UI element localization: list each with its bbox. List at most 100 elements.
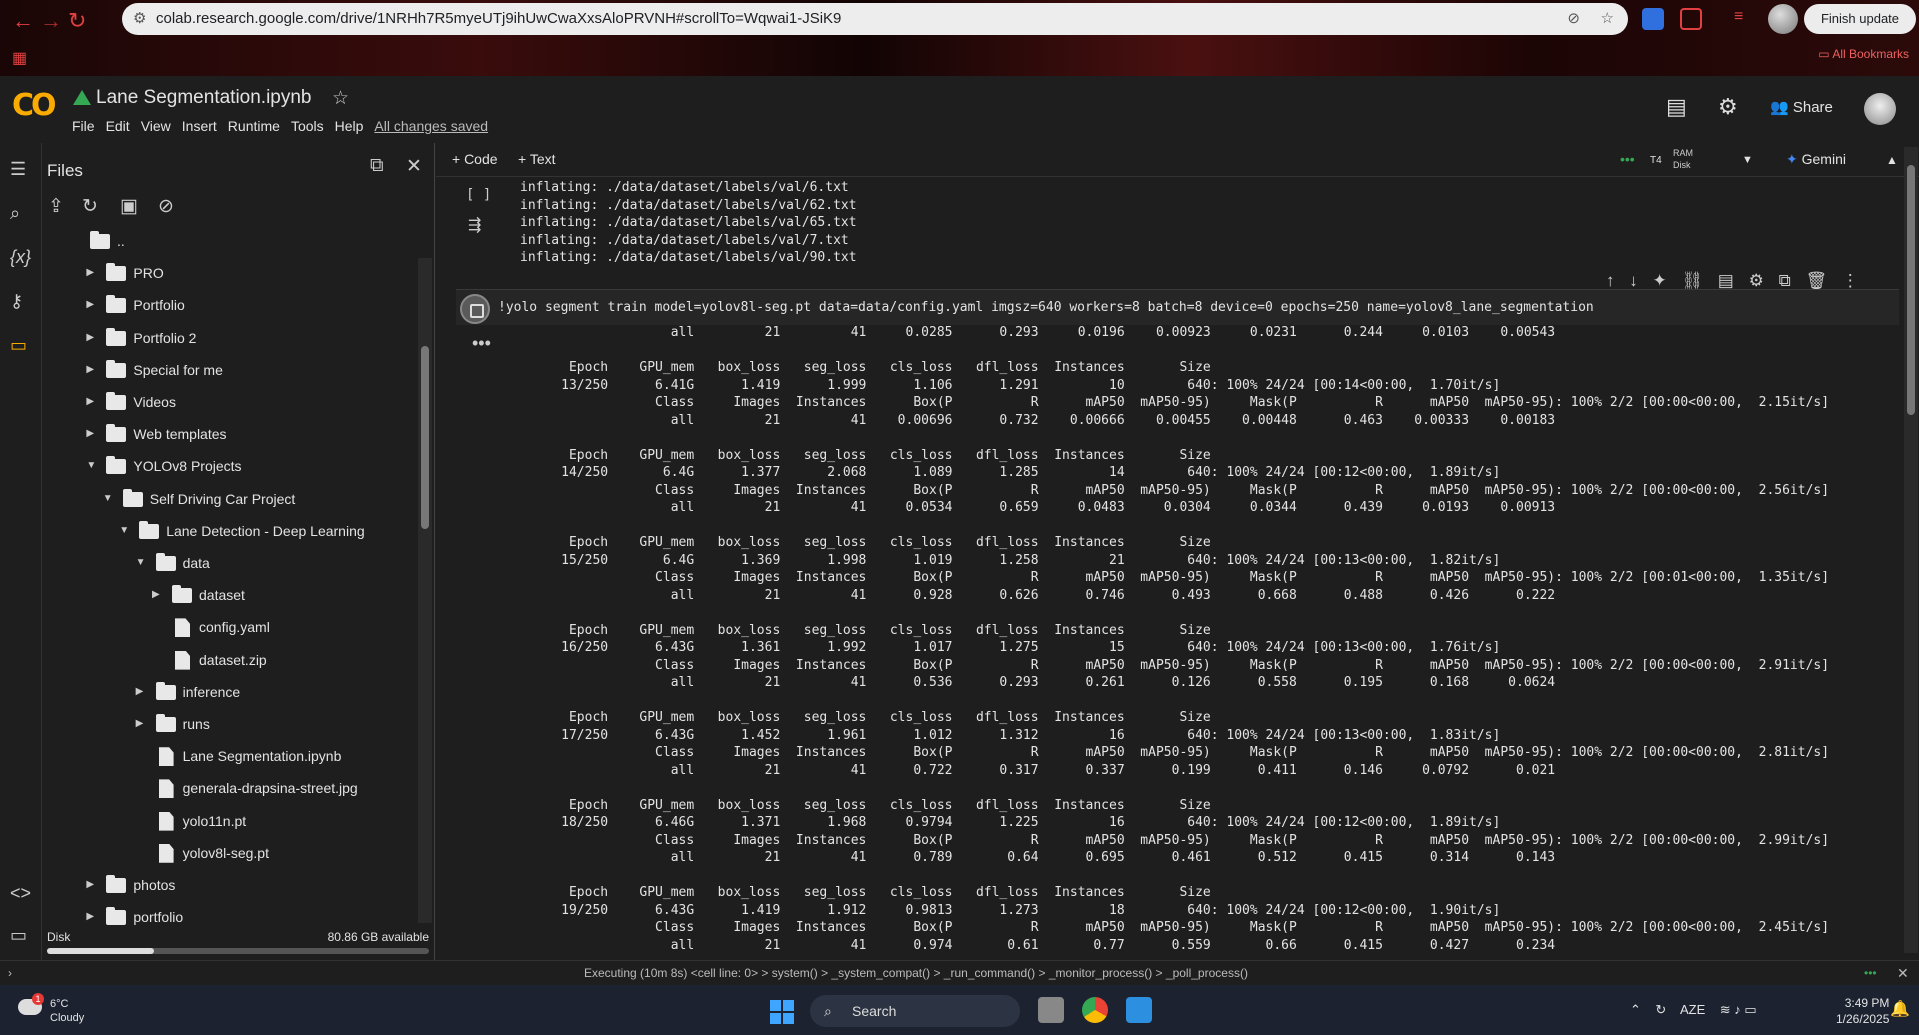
mount-drive-icon[interactable]: ▣ [120,195,138,218]
chevron-right-icon[interactable]: ▶ [86,901,94,933]
notebook-scroll-thumb[interactable] [1907,165,1915,415]
drive-icon[interactable] [73,90,91,105]
close-icon[interactable]: ✕ [406,155,422,178]
terminal-icon[interactable]: ▭ [10,925,27,946]
chevron-right-icon[interactable]: ▶ [136,676,144,708]
back-icon[interactable]: ← [12,8,34,34]
notebook-title[interactable]: Lane Segmentation.ipynb [96,87,312,109]
volume-icon[interactable]: ♪ [1734,1002,1741,1017]
chevron-down-icon[interactable]: ▼ [1742,154,1753,166]
chrome-icon[interactable] [1082,997,1108,1023]
taskbar-search[interactable]: ⌕ Search [810,995,1020,1027]
reload-icon[interactable]: ↻ [68,8,86,34]
chevron-right-icon[interactable]: ▶ [86,418,94,450]
comment-cell-icon[interactable]: ▤ [1718,271,1734,290]
chevron-down-icon[interactable]: ▼ [119,515,129,547]
hide-files-icon[interactable]: ⊘ [158,195,174,218]
upload-icon[interactable]: ⇪ [48,195,64,218]
save-status[interactable]: All changes saved [374,118,488,134]
media-icon[interactable]: ≡ [1734,8,1756,30]
gemini-button[interactable]: ✦ Gemini [1786,151,1846,168]
forward-icon[interactable]: → [40,8,62,34]
folder-row[interactable]: ▶ portfolio [42,901,414,933]
sync-icon[interactable]: ↻ [1655,1002,1666,1017]
menu-tools[interactable]: Tools [291,118,324,134]
folder-row[interactable]: ▶ Web templates [42,418,414,450]
address-bar[interactable]: ⚙ colab.research.google.com/drive/1NRHh7… [122,3,1628,35]
folder-row[interactable]: ▼ YOLOv8 Projects [42,450,414,482]
eye-off-icon[interactable]: ⊘ [1567,3,1580,35]
chevron-down-icon[interactable]: ▼ [86,450,96,482]
apps-icon[interactable]: ▦ [12,48,27,68]
add-code-button[interactable]: + Code [452,151,498,167]
toc-icon[interactable]: ☰ [10,159,26,180]
start-icon[interactable] [770,1000,794,1024]
task-view-icon[interactable] [1038,997,1064,1023]
cell-settings-icon[interactable]: ⚙ [1749,271,1764,290]
file-row[interactable]: generala-drapsina-street.jpg [42,772,414,804]
folder-row[interactable]: ▶ photos [42,869,414,901]
gemini-sparkle-icon[interactable]: ✦ [1652,271,1666,290]
cell-run-indicator[interactable]: [ ] [466,187,491,203]
chevron-up-icon[interactable]: ▲ [1886,153,1898,167]
file-tree-scroll-thumb[interactable] [421,346,429,529]
resources-indicator[interactable]: RAM Disk [1673,147,1693,171]
mirror-cell-icon[interactable]: ⧉ [1779,271,1791,290]
more-vert-icon[interactable]: ⋮ [1842,271,1859,290]
close-status-icon[interactable]: ✕ [1897,961,1909,986]
chevron-right-icon[interactable]: ▶ [136,708,144,740]
chevron-down-icon[interactable]: ▼ [103,483,113,515]
folder-row[interactable]: ▶ Special for me [42,354,414,386]
menu-runtime[interactable]: Runtime [228,118,280,134]
notifications-icon[interactable]: 🔔 [1890,999,1910,1019]
folder-row[interactable]: ▼ Self Driving Car Project [42,483,414,515]
stop-execution-button[interactable] [460,294,490,324]
site-info-icon[interactable]: ⚙ [133,3,146,35]
chevron-right-icon[interactable]: ▶ [86,322,94,354]
folder-row[interactable]: ▶ Portfolio 2 [42,322,414,354]
chevron-right-icon[interactable]: ▶ [86,257,94,289]
colab-logo[interactable]: CO [12,88,56,123]
vscode-icon[interactable] [1126,997,1152,1023]
folder-row[interactable]: .. [42,231,414,257]
variables-icon[interactable]: {x} [10,247,31,268]
avatar[interactable] [1864,93,1896,125]
folder-row[interactable]: ▶ dataset [42,579,414,611]
search-icon[interactable]: ⌕ [10,203,20,224]
comment-icon[interactable]: ▤ [1666,94,1687,120]
new-window-icon[interactable]: ⧉ [370,155,384,177]
share-button[interactable]: 👥 Share [1770,98,1833,116]
menu-help[interactable]: Help [335,118,364,134]
folder-row[interactable]: ▼ data [42,547,414,579]
link-icon[interactable]: ⛓ [1681,271,1703,290]
battery-icon[interactable]: ▭ [1744,1002,1756,1017]
code-snippets-icon[interactable]: <> [10,883,31,904]
delete-icon[interactable]: 🗑 [1805,271,1827,290]
code-cell[interactable]: !yolo segment train model=yolov8l-seg.pt… [456,289,1899,325]
all-bookmarks-link[interactable]: ▭ All Bookmarks [1818,47,1909,61]
chevron-right-icon[interactable]: ▶ [86,354,94,386]
file-row[interactable]: yolo11n.pt [42,805,414,837]
file-row[interactable]: config.yaml [42,611,414,643]
menu-file[interactable]: File [72,118,95,134]
output-toggle-icon[interactable]: ⇶ [468,215,481,235]
gpu-label[interactable]: T4 [1650,155,1662,166]
extension-icon[interactable] [1642,8,1664,30]
refresh-icon[interactable]: ↻ [82,195,98,218]
folder-row[interactable]: ▶ Portfolio [42,289,414,321]
key-icon[interactable]: ⚷ [10,291,23,312]
file-row[interactable]: yolov8l-seg.pt [42,837,414,869]
move-down-icon[interactable]: ↓ [1629,271,1638,290]
move-up-icon[interactable]: ↑ [1606,271,1615,290]
file-row[interactable]: dataset.zip [42,644,414,676]
finish-update-button[interactable]: Finish update [1804,4,1916,34]
chevron-down-icon[interactable]: ▼ [136,547,146,579]
weather-widget[interactable]: 6°C Cloudy [50,997,84,1025]
language-indicator[interactable]: AZE [1680,1002,1705,1017]
profile-avatar[interactable] [1768,4,1798,34]
gear-icon[interactable]: ⚙ [1718,94,1738,120]
folder-row[interactable]: ▶ PRO [42,257,414,289]
folder-row[interactable]: ▶ inference [42,676,414,708]
expand-icon[interactable]: › [8,961,12,986]
chevron-right-icon[interactable]: ▶ [86,289,94,321]
